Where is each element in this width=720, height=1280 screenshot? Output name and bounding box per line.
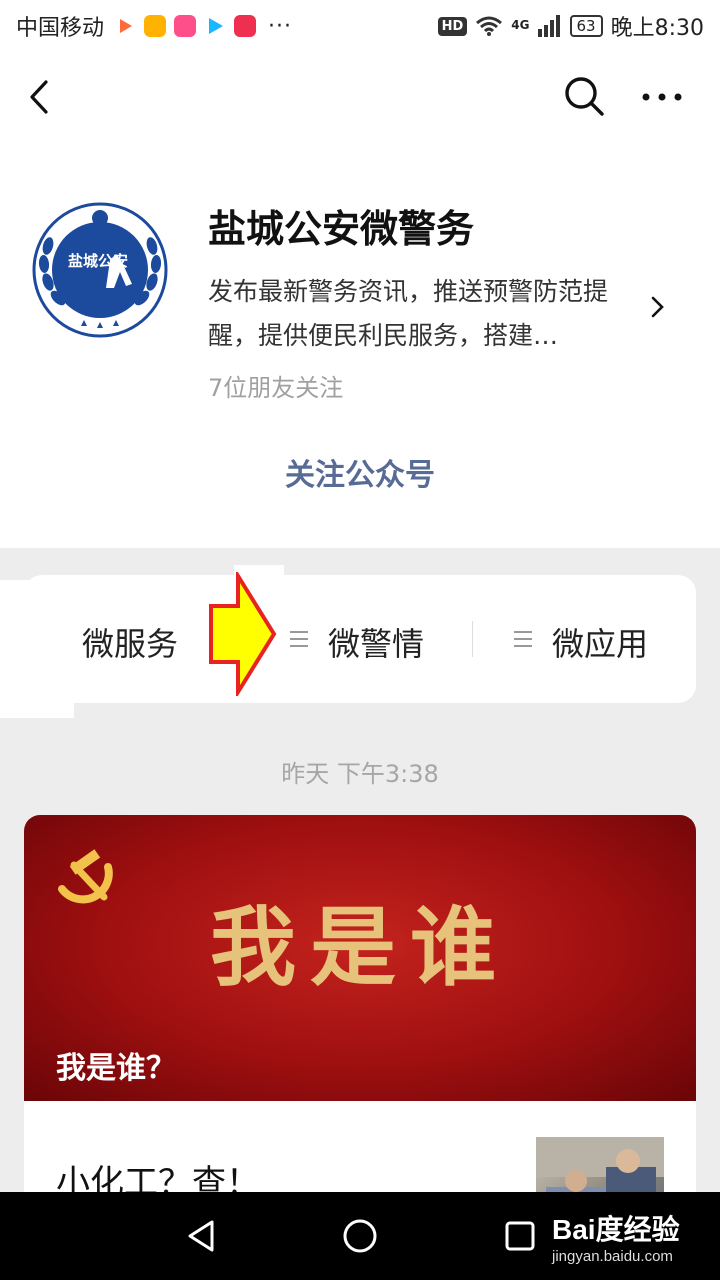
back-arrow-icon[interactable]: [22, 76, 58, 118]
battery-indicator: 63: [569, 15, 603, 37]
hd-icon: HD: [437, 16, 468, 36]
search-icon[interactable]: [562, 74, 606, 118]
more-notifications-icon: ···: [268, 13, 292, 39]
watermark-main: Bai度经验: [552, 1214, 680, 1245]
annotation-arrow-icon: [209, 572, 277, 696]
menu-item-alerts[interactable]: 微警情: [290, 619, 424, 665]
hammer-sickle-icon: [58, 849, 113, 904]
more-options-icon[interactable]: [640, 82, 684, 112]
edit-mask: [0, 580, 74, 718]
message-timestamp: 昨天 下午3:38: [281, 760, 439, 788]
youku-app-icon: [209, 18, 224, 34]
nav-recents-icon[interactable]: [504, 1220, 536, 1252]
article-card[interactable]: 我是谁 我是谁？ 小化工？查！: [24, 815, 696, 1235]
nav-back-icon[interactable]: [184, 1218, 220, 1254]
menu-item-label: 微警情: [328, 625, 425, 663]
menu-item-label: 微应用: [552, 625, 649, 663]
baidu-jingyan-watermark: Bai度经验 jingyan.baidu.com: [548, 1206, 716, 1276]
menu-divider: [472, 621, 473, 657]
nav-bar: [0, 52, 720, 142]
menu-item-apps[interactable]: 微应用: [514, 619, 648, 665]
menu-item-services[interactable]: 微服务: [82, 619, 178, 665]
account-name: 盐城公安微警务: [208, 207, 475, 251]
account-header: 盐城公安 盐城公安微警务 发布最新警务资讯，推送预警防范提醒，提供便民利民服务，…: [0, 52, 720, 548]
nav-home-icon[interactable]: [342, 1218, 378, 1254]
kuaishou-app-icon: [144, 15, 167, 37]
watermark-sub: jingyan.baidu.com: [552, 1248, 673, 1265]
logo-text: 盐城公安: [68, 252, 128, 270]
menu-item-label: 微服务: [82, 625, 179, 663]
carrier-label: 中国移动: [16, 16, 105, 41]
follow-button[interactable]: 关注公众号: [0, 450, 720, 494]
article-title: 我是谁？: [56, 1051, 176, 1086]
account-logo[interactable]: 盐城公安: [32, 202, 168, 338]
friends-following-count: 7位朋友关注: [208, 374, 344, 402]
video-app-icon: [120, 19, 133, 33]
pinduoduo-app-icon: [234, 15, 257, 37]
signal-icon: [537, 15, 560, 37]
account-description[interactable]: 发布最新警务资讯，推送预警防范提醒，提供便民利民服务，搭建…: [208, 270, 640, 358]
clock: 晚上8:30: [610, 16, 704, 41]
status-bar: 中国移动 ··· HD 4G 63 晚上8:30: [0, 0, 720, 52]
chevron-right-icon[interactable]: [648, 292, 668, 322]
network-label: 4G: [511, 18, 530, 32]
system-navigation-bar: Bai度经验 jingyan.baidu.com: [0, 1192, 720, 1280]
wifi-icon: [476, 16, 503, 36]
article-cover-image[interactable]: 我是谁 我是谁？: [24, 815, 696, 1101]
menu-list-icon: [290, 631, 308, 647]
cover-art-text: 我是谁: [210, 897, 510, 998]
menu-list-icon: [514, 631, 532, 647]
account-menu-bar: 微服务 微警情 微应用: [24, 575, 696, 703]
music-app-icon: [174, 15, 197, 37]
